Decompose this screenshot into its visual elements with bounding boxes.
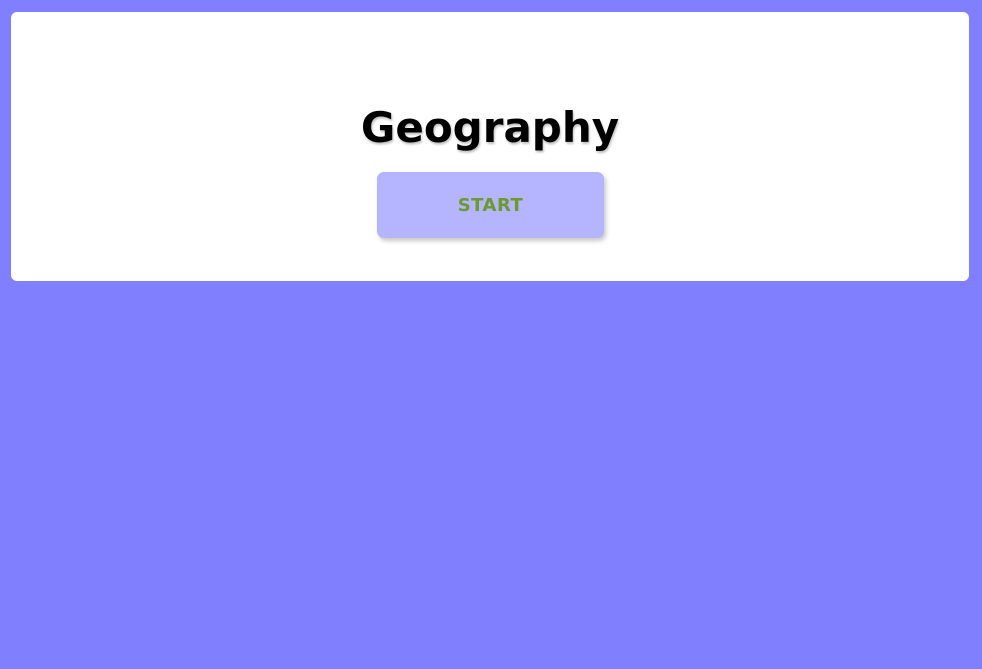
quiz-card: Geography START xyxy=(11,12,969,281)
start-button[interactable]: START xyxy=(377,172,604,238)
page-title: Geography xyxy=(360,103,620,152)
